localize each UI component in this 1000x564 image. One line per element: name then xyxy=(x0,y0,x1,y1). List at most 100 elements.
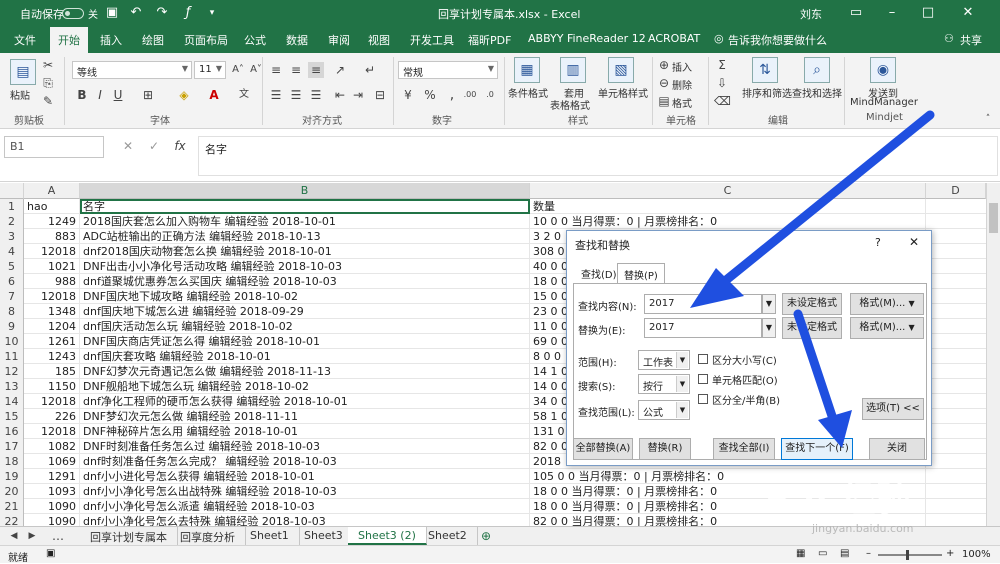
close-icon[interactable]: ✕ xyxy=(909,235,919,249)
cell[interactable]: DNF国庆商店凭证怎么得 编辑经验 2018-10-01 xyxy=(80,334,530,349)
font-name-select[interactable]: 等线 ▼ xyxy=(72,61,192,79)
replace-button[interactable]: 替换(R) xyxy=(639,438,691,460)
close-button[interactable]: 关闭 xyxy=(869,438,925,460)
column-header-a[interactable]: A xyxy=(24,183,80,199)
cell[interactable]: 12018 xyxy=(24,289,80,304)
tab-file[interactable]: 文件 xyxy=(14,32,36,48)
sort-filter-label[interactable]: 排序和筛选 xyxy=(742,85,792,100)
redo-icon[interactable]: ↷ xyxy=(154,5,170,21)
insert-icon[interactable]: ⊕ xyxy=(656,57,672,73)
orientation-icon[interactable]: ↗ xyxy=(332,62,348,78)
tab-home[interactable]: 开始 xyxy=(50,27,88,53)
fill-color-icon[interactable]: ◈ xyxy=(176,87,192,103)
vertical-scrollbar[interactable] xyxy=(986,183,1000,526)
paste-label[interactable]: 粘贴 xyxy=(10,87,30,102)
prev-sheet-icon[interactable]: ◀ xyxy=(6,528,22,544)
cell[interactable]: 1348 xyxy=(24,304,80,319)
cell[interactable]: ADC站桩输出的正确方法 编辑经验 2018-10-13 xyxy=(80,229,530,244)
share-icon[interactable]: ⚇ xyxy=(944,32,954,45)
page-break-view-icon[interactable]: ▤ xyxy=(840,548,849,559)
tab-developer[interactable]: 开发工具 xyxy=(410,32,454,48)
tab-replace[interactable]: 替换(P) xyxy=(617,263,665,283)
replace-history-dropdown[interactable]: ▼ xyxy=(762,318,776,338)
tab-abbyy[interactable]: ABBYY FineReader 12 xyxy=(528,32,646,45)
more-sheets-icon[interactable]: … xyxy=(50,528,66,544)
cell[interactable]: 1291 xyxy=(24,469,80,484)
zoom-level[interactable]: 100% xyxy=(962,549,991,560)
match-case-checkbox[interactable] xyxy=(698,354,708,364)
collapse-ribbon-icon[interactable]: ˄ xyxy=(980,111,996,127)
cancel-icon[interactable]: ✕ xyxy=(120,138,136,154)
tab-draw[interactable]: 绘图 xyxy=(142,32,164,48)
comma-style-icon[interactable]: , xyxy=(444,87,460,103)
border-icon[interactable]: ⊞ xyxy=(140,87,156,103)
align-right-icon[interactable]: ☰ xyxy=(308,87,324,103)
conditional-format-label[interactable]: 条件格式 xyxy=(508,85,548,100)
cell[interactable]: DNF国庆地下城攻略 编辑经验 2018-10-02 xyxy=(80,289,530,304)
cell[interactable]: DNF舰船地下城怎么玩 编辑经验 2018-10-02 xyxy=(80,379,530,394)
row-number[interactable]: 10 xyxy=(0,334,24,349)
align-middle-icon[interactable]: ≡ xyxy=(288,62,304,78)
cell[interactable]: dnf国庆套攻略 编辑经验 2018-10-01 xyxy=(80,349,530,364)
row-number[interactable]: 17 xyxy=(0,439,24,454)
options-button[interactable]: 选项(T) << xyxy=(862,398,924,420)
copy-icon[interactable]: ⎘ xyxy=(40,75,56,91)
insert-function-icon[interactable]: fx xyxy=(172,138,188,154)
cell[interactable]: 2018国庆套怎么加入购物车 编辑经验 2018-10-01 xyxy=(80,214,530,229)
cell[interactable]: 1243 xyxy=(24,349,80,364)
cell[interactable]: 12018 xyxy=(24,394,80,409)
conditional-format-icon[interactable]: ▦ xyxy=(514,57,540,83)
row-number[interactable]: 19 xyxy=(0,469,24,484)
match-cell-checkbox[interactable] xyxy=(698,374,708,384)
clear-icon[interactable]: ⌫ xyxy=(714,93,731,109)
name-box[interactable]: B1 xyxy=(4,136,104,158)
cell[interactable]: 1093 xyxy=(24,484,80,499)
row-number[interactable]: 21 xyxy=(0,499,24,514)
match-width-checkbox[interactable] xyxy=(698,394,708,404)
row-number[interactable]: 6 xyxy=(0,274,24,289)
mindmanager-icon[interactable]: ◉ xyxy=(870,57,896,83)
increase-indent-icon[interactable]: ⇥ xyxy=(350,87,366,103)
cell[interactable]: DNF幻梦次元奇遇记怎么做 编辑经验 2018-11-13 xyxy=(80,364,530,379)
select-all-corner[interactable] xyxy=(0,183,24,199)
wrap-text-icon[interactable]: ↵ xyxy=(362,62,378,78)
find-next-button[interactable]: 查找下一个(F) xyxy=(781,438,853,460)
insert-label[interactable]: 插入 xyxy=(672,59,692,74)
decrease-indent-icon[interactable]: ⇤ xyxy=(332,87,348,103)
sheet-tab[interactable]: 回享计划专属本 xyxy=(80,527,178,545)
cell-style-icon[interactable]: ▧ xyxy=(608,57,634,83)
paste-icon[interactable]: ▤ xyxy=(10,59,36,85)
increase-font-icon[interactable]: A˄ xyxy=(230,62,246,78)
tab-acrobat[interactable]: ACROBAT xyxy=(648,32,700,45)
share-button[interactable]: 共享 xyxy=(960,32,982,48)
cell[interactable]: 1069 xyxy=(24,454,80,469)
align-top-icon[interactable]: ≡ xyxy=(268,62,284,78)
table-format-icon[interactable]: ▥ xyxy=(560,57,586,83)
row-number[interactable]: 7 xyxy=(0,289,24,304)
cell[interactable]: 12018 xyxy=(24,424,80,439)
cell[interactable]: dnf小小进化号怎么获得 编辑经验 2018-10-01 xyxy=(80,469,530,484)
cell[interactable]: dnf净化工程师的硬币怎么获得 编辑经验 2018-10-01 xyxy=(80,394,530,409)
function-icon[interactable]: ƒ xyxy=(180,5,196,21)
table-format-label-2[interactable]: 表格格式 xyxy=(550,97,590,112)
close-window-icon[interactable]: ✕ xyxy=(960,5,976,21)
row-number[interactable]: 8 xyxy=(0,304,24,319)
row-number[interactable]: 3 xyxy=(0,229,24,244)
decrease-decimal-icon[interactable]: .0 xyxy=(482,87,498,103)
row-number[interactable]: 16 xyxy=(0,424,24,439)
sheet-tab[interactable]: Sheet1 xyxy=(240,527,300,545)
tell-me-box[interactable]: 告诉我你想要做什么 xyxy=(728,32,827,48)
font-size-select[interactable]: 11 ▼ xyxy=(194,61,226,79)
merge-center-icon[interactable]: ⊟ xyxy=(372,87,388,103)
phonetic-icon[interactable]: 文 xyxy=(236,87,252,103)
cell[interactable]: 1261 xyxy=(24,334,80,349)
zoom-out-icon[interactable]: – xyxy=(866,548,871,559)
cell-style-label[interactable]: 单元格样式 xyxy=(598,85,648,100)
help-icon[interactable]: ? xyxy=(875,236,881,249)
scrollbar-thumb[interactable] xyxy=(989,203,998,233)
autosum-icon[interactable]: Σ xyxy=(714,57,730,73)
cell[interactable]: DNF出击小小净化号活动攻略 编辑经验 2018-10-03 xyxy=(80,259,530,274)
row-number[interactable]: 18 xyxy=(0,454,24,469)
find-history-dropdown[interactable]: ▼ xyxy=(762,294,776,314)
cell[interactable]: dnf道聚城优惠券怎么买国庆 编辑经验 2018-10-03 xyxy=(80,274,530,289)
